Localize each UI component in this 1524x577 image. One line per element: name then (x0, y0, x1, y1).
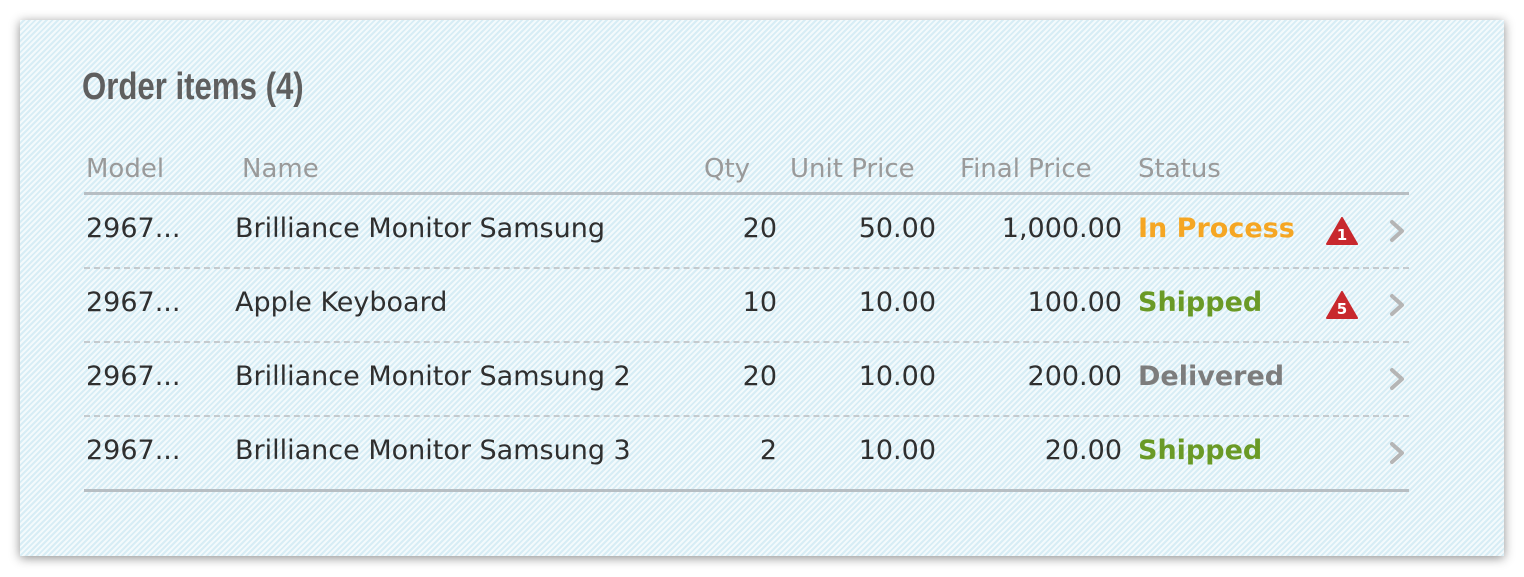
table-row[interactable]: 2967... Brilliance Monitor Samsung 2 20 10.… (84, 343, 1409, 417)
cell-status: Shipped (1138, 287, 1263, 318)
alert-count: 5 (1336, 300, 1348, 318)
cell-final-price: 1,000.00 (1001, 213, 1122, 244)
column-header-final-price[interactable]: Final Price (960, 154, 1092, 184)
cell-name: Apple Keyboard (235, 287, 448, 318)
cell-final-price: 20.00 (1044, 435, 1122, 466)
cell-qty: 20 (742, 361, 777, 392)
cell-unit-price: 10.00 (858, 361, 936, 392)
column-header-name[interactable]: Name (242, 154, 319, 184)
cell-name: Brilliance Monitor Samsung 3 (235, 435, 631, 466)
cell-final-price: 200.00 (1027, 361, 1122, 392)
cell-unit-price: 10.00 (858, 435, 936, 466)
cell-name: Brilliance Monitor Samsung 2 (235, 361, 631, 392)
cell-name: Brilliance Monitor Samsung (235, 213, 605, 244)
chevron-right-icon[interactable] (1386, 367, 1408, 391)
chevron-right-icon[interactable] (1386, 219, 1408, 243)
cell-qty: 2 (759, 435, 777, 466)
table-body: 2967... Brilliance Monitor Samsung 20 50.00… (84, 195, 1409, 492)
column-header-model[interactable]: Model (86, 154, 164, 184)
cell-status: In Process (1138, 213, 1295, 244)
cell-model: 2967... (86, 287, 181, 318)
order-items-table: Model Name Qty Unit Price Final Price St… (84, 150, 1409, 492)
table-row[interactable]: 2967... Apple Keyboard 10 10.00 100.00 Shippe… (84, 269, 1409, 343)
cell-unit-price: 10.00 (858, 287, 936, 318)
warning-triangle-icon[interactable]: 5 (1326, 291, 1358, 319)
table-header: Model Name Qty Unit Price Final Price St… (84, 150, 1409, 195)
column-header-unit-price[interactable]: Unit Price (790, 154, 915, 184)
cell-model: 2967... (86, 213, 181, 244)
column-header-qty[interactable]: Qty (704, 154, 750, 184)
chevron-right-icon[interactable] (1386, 293, 1408, 317)
cell-unit-price: 50.00 (858, 213, 936, 244)
cell-status: Shipped (1138, 435, 1263, 466)
table-row[interactable]: 2967... Brilliance Monitor Samsung 20 50.00… (84, 195, 1409, 269)
cell-qty: 20 (742, 213, 777, 244)
panel-title: Order items (4) (82, 66, 304, 108)
cell-final-price: 100.00 (1027, 287, 1122, 318)
chevron-right-icon[interactable] (1386, 441, 1408, 465)
alert-count: 1 (1336, 226, 1348, 244)
cell-status: Delivered (1138, 361, 1285, 392)
warning-triangle-icon[interactable]: 1 (1326, 217, 1358, 245)
cell-qty: 10 (742, 287, 777, 318)
order-items-panel: Order items (4) Model Name Qty Unit Pric… (20, 20, 1504, 556)
cell-model: 2967... (86, 435, 181, 466)
cell-model: 2967... (86, 361, 181, 392)
column-header-status[interactable]: Status (1138, 154, 1221, 184)
table-row[interactable]: 2967... Brilliance Monitor Samsung 3 2 10.0… (84, 417, 1409, 492)
